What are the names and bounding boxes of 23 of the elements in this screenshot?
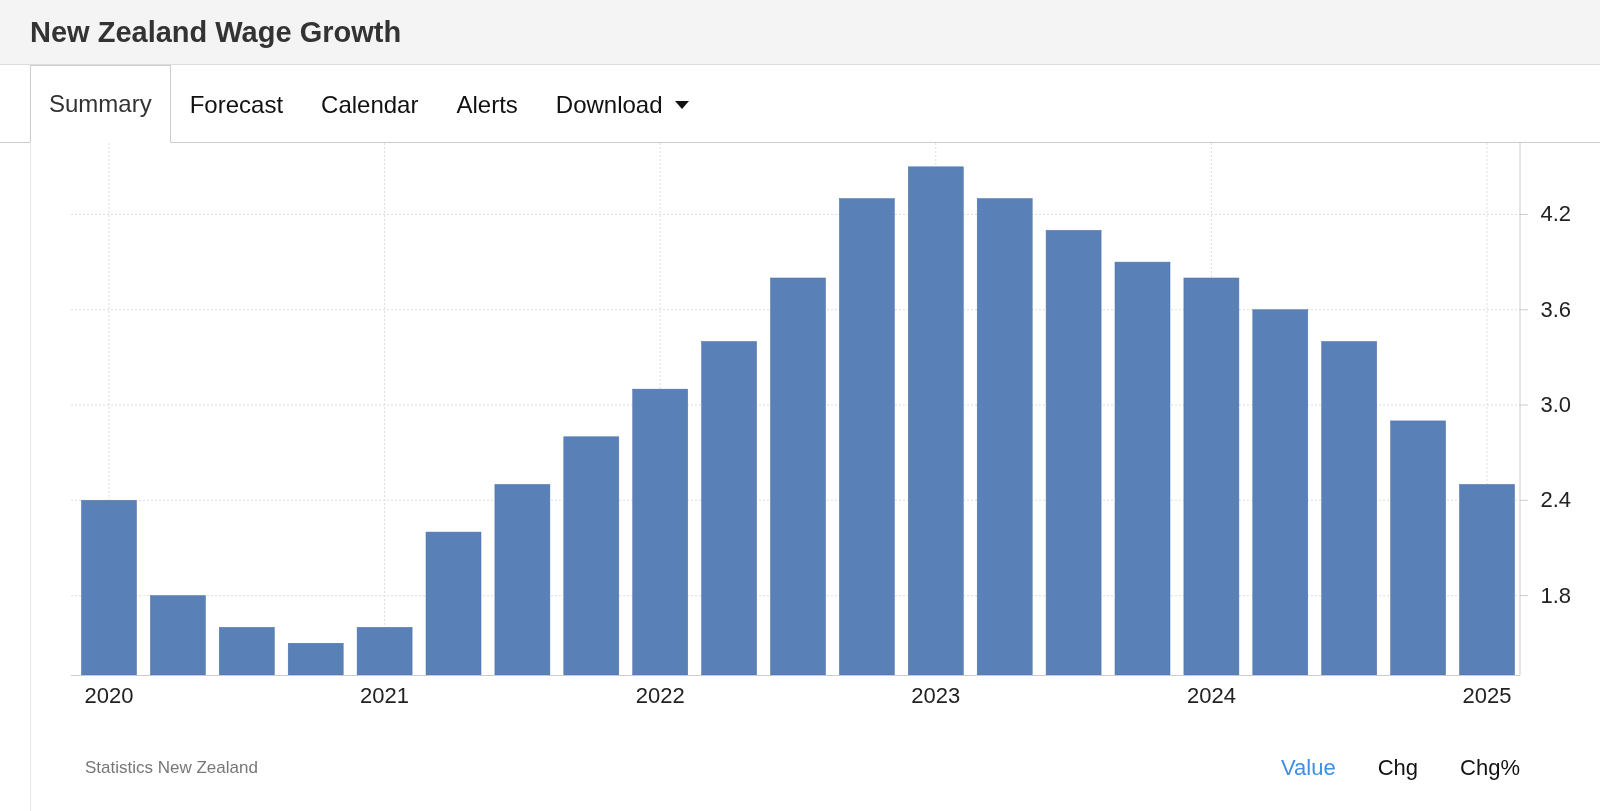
y-tick-label: 1.8 [1540,582,1571,608]
tab[interactable]: Forecast [170,65,303,143]
x-tick-label: 2025 [1462,683,1512,708]
tab[interactable]: Calendar [302,65,438,143]
page-title: New Zealand Wage Growth [30,15,402,49]
y-tick-label: 3.0 [1540,392,1571,418]
y-tick-label: 2.4 [1540,487,1571,513]
y-tick-label: 3.6 [1540,296,1571,322]
bar [287,643,344,676]
x-tick-label: 2022 [635,683,685,708]
bar [219,627,275,676]
tab[interactable]: Summary [30,65,171,143]
tab[interactable]: Alerts [437,65,537,143]
source-label: Statistics New Zealand [85,758,258,778]
bar [356,627,413,676]
view-option[interactable]: Chg [1367,751,1429,785]
view-option[interactable]: Chg% [1450,751,1530,785]
tab[interactable]: Download [536,65,708,143]
x-tick-label: 2021 [360,683,410,708]
x-tick-label: 2024 [1186,683,1236,708]
x-tick-label: 2020 [84,683,134,708]
x-tick-label: 2023 [911,683,961,708]
y-tick-label: 4.2 [1540,201,1571,227]
